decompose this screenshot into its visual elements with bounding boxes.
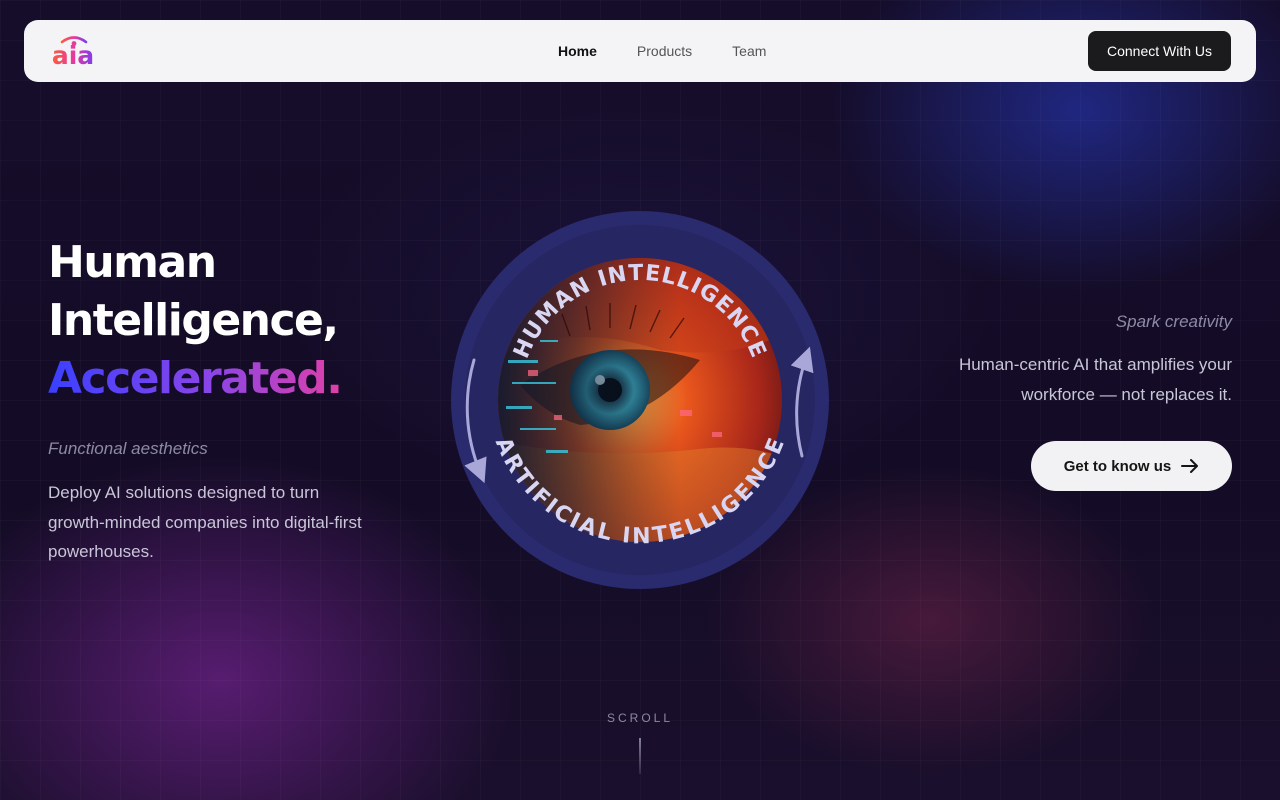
logo-text: aia [52,41,94,70]
hero-title-line1: Human [48,237,217,288]
hero-title: Human Intelligence, Accelerated. [48,234,343,408]
get-to-know-us-label: Get to know us [1063,457,1172,475]
top-navbar: aia Home Products Team Connect With Us [24,20,1256,82]
arrow-right-icon [1181,459,1199,473]
scroll-indicator-label: SCROLL [606,711,674,725]
hero-title-accent: Accelerated. [48,353,343,404]
connect-with-us-button[interactable]: Connect With Us [1088,31,1231,71]
aia-logo[interactable]: aia [48,34,100,70]
scroll-indicator-line [639,738,641,774]
get-to-know-us-button[interactable]: Get to know us [1031,441,1232,491]
right-description: Human-centric AI that amplifies your wor… [958,355,1232,404]
nav-home[interactable]: Home [558,43,597,59]
intelligence-badge: HUMAN INTELLIGENCE ARTIFICIAL INTELLIGEN… [451,211,829,589]
main-menu: Home Products Team [558,20,766,82]
right-tagline: Spark creativity [1115,312,1232,331]
nav-team[interactable]: Team [732,43,766,59]
left-description: Deploy AI solutions designed to turn gro… [48,483,362,561]
left-tagline: Functional aesthetics [48,439,208,458]
nav-products[interactable]: Products [637,43,692,59]
hero-title-line2: Intelligence, [48,295,339,346]
